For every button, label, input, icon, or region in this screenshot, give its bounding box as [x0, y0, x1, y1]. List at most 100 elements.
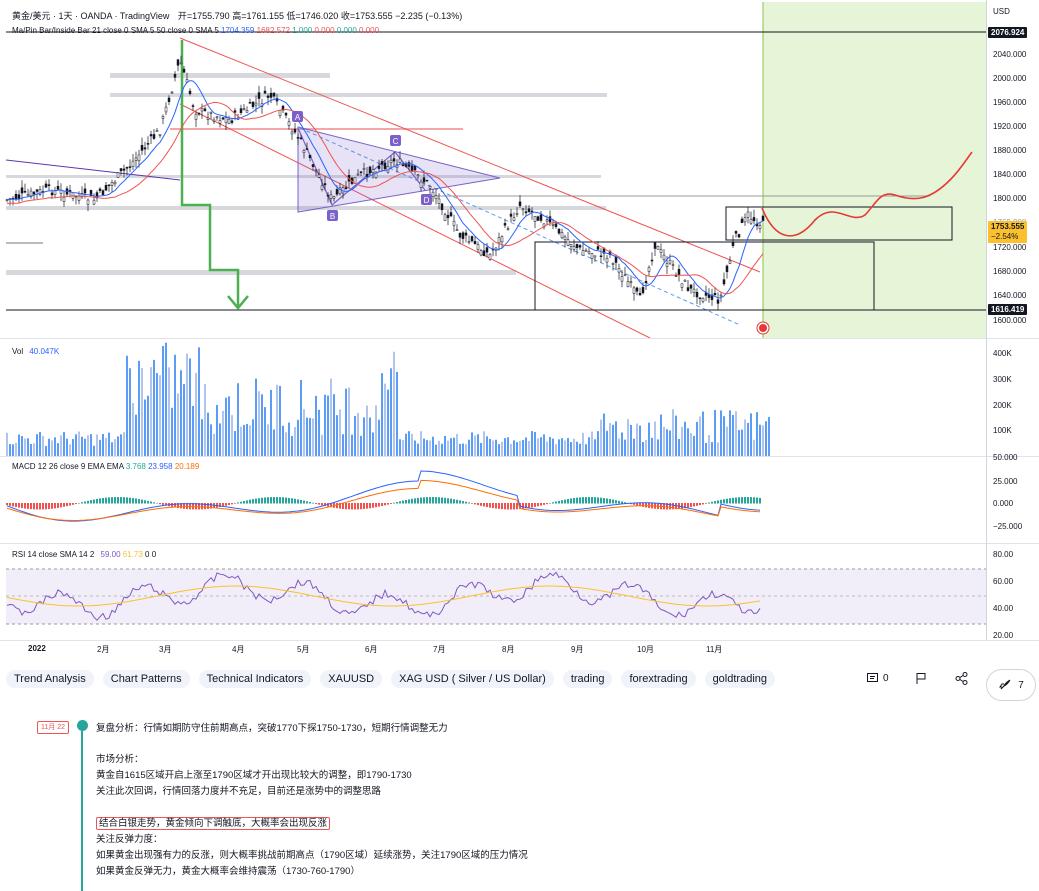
macd-histogram-bar	[141, 499, 143, 504]
tag-forextrading[interactable]: forextrading	[621, 670, 696, 688]
candle	[578, 245, 582, 248]
volume-bar	[327, 395, 329, 456]
volume-bar	[414, 440, 416, 456]
candle	[551, 224, 555, 226]
candle	[635, 287, 639, 292]
candle	[233, 110, 237, 113]
macd-histogram-bar	[711, 501, 713, 504]
candle	[443, 214, 447, 221]
volume-bar	[717, 442, 719, 456]
volume-bar	[168, 367, 170, 456]
macd-histogram-bar	[90, 500, 92, 504]
candle	[728, 260, 732, 264]
comment-icon	[867, 673, 878, 682]
macd-histogram-bar	[582, 497, 584, 504]
indicator-legend[interactable]: Ma/Pin Bar/Inside Bar 21 close 0 SMA 5 5…	[12, 26, 379, 35]
price-label: 1720.000	[993, 243, 1027, 252]
volume-bar	[507, 437, 509, 456]
rsi-value: 0	[151, 550, 157, 559]
macd-histogram-bar	[45, 503, 47, 510]
volume-pane[interactable]: Vol 40.047K 400K 300K 200K 100K	[0, 338, 1039, 457]
candle	[194, 113, 198, 120]
candle	[536, 216, 540, 221]
candle	[302, 150, 306, 153]
current-change: −2.54%	[991, 232, 1019, 241]
volume-bar	[78, 431, 80, 456]
macd-histogram-bar	[366, 503, 368, 509]
volume-legend[interactable]: Vol 40.047K	[12, 347, 59, 356]
candle	[623, 274, 627, 277]
symbol-legend[interactable]: 黄金/美元 · 1天 · OANDA · TradingView 开=1755.…	[12, 9, 462, 22]
volume-bar	[744, 419, 746, 456]
tag-trading[interactable]: trading	[562, 670, 613, 688]
candle	[665, 263, 669, 267]
tag-goldtrading[interactable]: goldtrading	[704, 670, 775, 688]
boost-button[interactable]: 7	[986, 669, 1036, 701]
volume-bar	[363, 417, 365, 456]
candle	[437, 198, 441, 204]
candle	[674, 275, 678, 277]
candle	[110, 182, 114, 186]
macd-axis-label: −25.000	[993, 522, 1023, 531]
macd-histogram-bar	[459, 500, 461, 504]
macd-histogram-bar	[138, 499, 140, 504]
candle	[545, 219, 549, 222]
candle	[131, 160, 135, 167]
volume-bar	[450, 438, 452, 456]
macd-histogram-bar	[408, 499, 410, 504]
tag-trend-analysis[interactable]: Trend Analysis	[6, 670, 94, 688]
candle	[209, 112, 213, 114]
flag-button[interactable]	[915, 672, 927, 685]
macd-histogram-bar	[432, 497, 434, 504]
macd-histogram-bar	[405, 499, 407, 504]
share-button[interactable]	[955, 672, 968, 685]
candle	[692, 288, 696, 293]
candle	[128, 166, 132, 168]
price-pane[interactable]: A B C D	[0, 0, 986, 338]
macd-histogram-bar	[504, 503, 506, 510]
candle	[515, 213, 519, 215]
volume-bar	[558, 439, 560, 456]
volume-bar	[312, 418, 314, 456]
tag-technical-indicators[interactable]: Technical Indicators	[198, 670, 312, 688]
macd-value: 3.768	[125, 462, 146, 471]
macd-histogram-bar	[153, 502, 155, 504]
macd-histogram-bar	[387, 503, 389, 505]
volume-bar	[573, 438, 575, 456]
volume-bar	[564, 440, 566, 456]
candle	[56, 186, 60, 190]
macd-histogram-bar	[309, 502, 311, 504]
chart-area[interactable]: A B C D 黄金/美元 · 1天 · OANDA · TradingView…	[0, 0, 1039, 660]
candle	[329, 194, 333, 199]
comments-button[interactable]: 0	[866, 672, 889, 685]
candle	[83, 188, 87, 194]
macd-histogram-bar	[234, 503, 236, 504]
macd-histogram-bar	[48, 503, 50, 510]
volume-bar	[255, 378, 257, 456]
time-label: 8月	[502, 645, 515, 654]
candle	[698, 297, 702, 299]
macd-histogram-bar	[282, 497, 284, 504]
volume-bar	[453, 437, 455, 456]
candle	[416, 174, 420, 176]
candle	[44, 183, 48, 188]
macd-legend[interactable]: MACD 12 26 close 9 EMA EMA 3.768 23.958 …	[12, 462, 199, 471]
rsi-legend[interactable]: RSI 14 close SMA 14 2 59.00 61.73 0 0	[12, 550, 156, 559]
volume-bar	[162, 345, 164, 456]
tag-chart-patterns[interactable]: Chart Patterns	[102, 670, 190, 688]
volume-bar	[396, 371, 398, 456]
high-value: 高=1761.155	[232, 11, 284, 21]
macd-pane[interactable]: MACD 12 26 close 9 EMA EMA 3.768 23.958 …	[0, 453, 1039, 544]
volume-bar	[693, 435, 695, 456]
volume-bar	[768, 417, 770, 456]
macd-histogram-bar	[12, 503, 14, 507]
tag-xagusd[interactable]: XAG USD ( Silver / US Dollar)	[391, 670, 554, 688]
candle	[419, 181, 423, 188]
macd-histogram-bar	[468, 502, 470, 504]
tag-xauusd[interactable]: XAUUSD	[320, 670, 383, 688]
candle	[227, 118, 231, 124]
rsi-axis-label: 20.00	[993, 631, 1014, 640]
candle	[116, 172, 120, 178]
volume-bar	[186, 353, 188, 456]
rsi-pane[interactable]: RSI 14 close SMA 14 2 59.00 61.73 0 0 80…	[0, 543, 1039, 641]
